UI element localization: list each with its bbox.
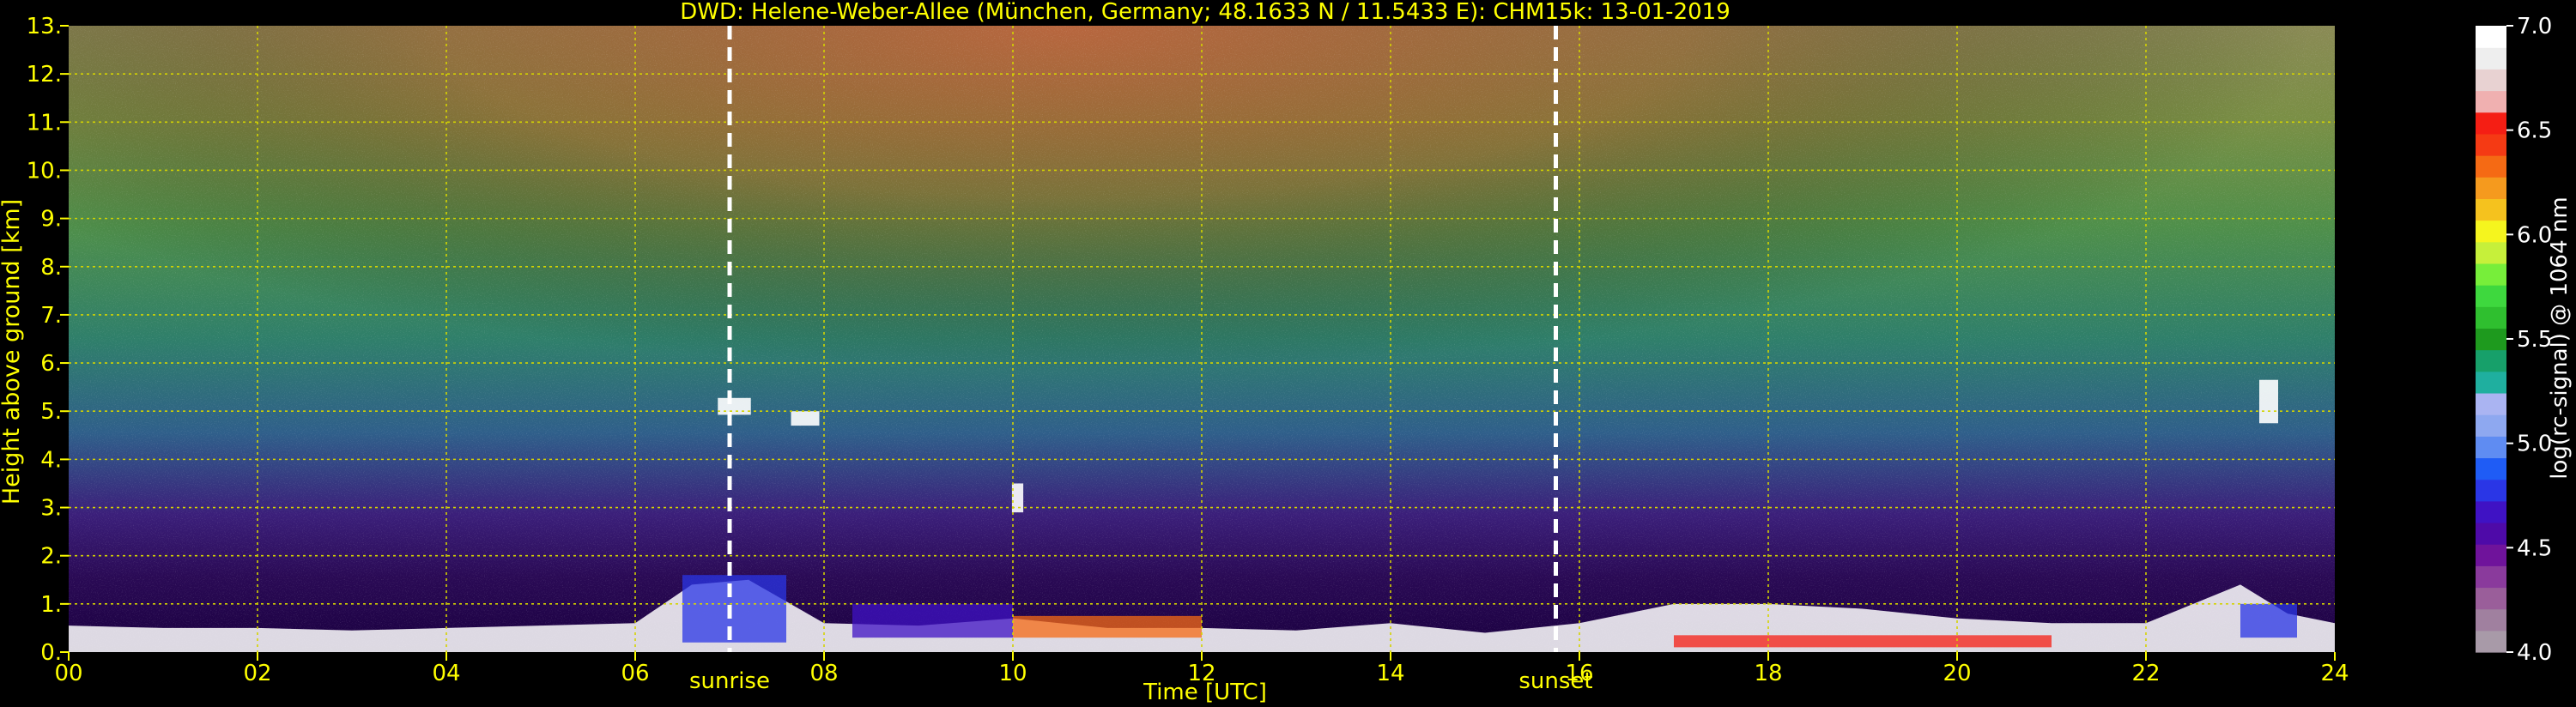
colorbar-segment — [2476, 565, 2506, 589]
colorbar-segment — [2476, 608, 2506, 631]
colorbar-segment — [2476, 500, 2506, 523]
marker-label-sunrise: sunrise — [689, 668, 770, 694]
colorbar-segment — [2476, 414, 2506, 437]
x-axis-label: Time [UTC] — [1143, 680, 1267, 705]
colorbar-segment — [2476, 198, 2506, 221]
colorbar-tick-label: 4.0 — [2517, 640, 2552, 666]
colorbar-segment — [2476, 371, 2506, 394]
x-tick-label: 18 — [1754, 661, 1782, 686]
colorbar-segment — [2476, 133, 2506, 156]
x-tick-label: 02 — [243, 661, 271, 686]
x-tick-label: 24 — [2320, 661, 2349, 686]
colorbar-segment — [2476, 306, 2506, 329]
colorbar-segment — [2476, 90, 2506, 113]
colorbar-segment — [2476, 177, 2506, 199]
colorbar-segment — [2476, 328, 2506, 351]
x-tick-label: 10 — [998, 661, 1027, 686]
colorbar-segment — [2476, 457, 2506, 480]
y-tick-label: 13. — [27, 14, 62, 39]
y-tick-label: 2. — [40, 544, 62, 570]
y-tick-label: 11. — [27, 110, 62, 136]
colorbar-segment — [2476, 69, 2506, 92]
cloud-0700 — [718, 397, 751, 415]
colorbar-segment — [2476, 285, 2506, 307]
aerosol-layer-red — [1674, 635, 2052, 648]
colorbar-segment — [2476, 47, 2506, 69]
colorbar-segment — [2476, 349, 2506, 372]
y-tick-label: 5. — [40, 399, 62, 425]
ceilometer-chart: sunrise sunset 00 02 04 06 08 10 12 14 16 18 20 22 24… — [0, 0, 2573, 705]
colorbar-ticks: 4.04.55.05.56.06.57.0 — [2506, 14, 2552, 666]
aerosol-layer-morning — [682, 575, 786, 643]
y-tick-label: 0. — [40, 640, 62, 666]
y-tick-label: 6. — [40, 351, 62, 377]
colorbar-segment — [2476, 522, 2506, 545]
x-tick-label: 22 — [2131, 661, 2160, 686]
y-tick-label: 10. — [27, 158, 62, 184]
colorbar-segment — [2476, 436, 2506, 459]
colorbar-segment — [2476, 263, 2506, 286]
colorbar — [2476, 26, 2506, 653]
colorbar-segment — [2476, 112, 2506, 135]
y-axis-ticks: 0. 1. 2. 3. 4. 5. 6. 7. 8. 9. 10. 11. 12. 13. — [27, 14, 69, 666]
colorbar-segment — [2476, 155, 2506, 178]
colorbar-tick-label: 6.5 — [2517, 118, 2552, 144]
chart-title: DWD: Helene-Weber-Allee (München, German… — [680, 0, 1730, 25]
colorbar-tick-label: 4.5 — [2517, 535, 2552, 561]
y-tick-label: 12. — [27, 62, 62, 88]
x-tick-label: 06 — [621, 661, 649, 686]
colorbar-segment — [2476, 26, 2506, 48]
colorbar-segment — [2476, 220, 2506, 243]
x-tick-label: 08 — [809, 661, 838, 686]
y-tick-label: 1. — [40, 592, 62, 618]
x-tick-label: 04 — [432, 661, 460, 686]
aerosol-layer-orange — [1013, 615, 1202, 638]
x-tick-label: 20 — [1943, 661, 1971, 686]
colorbar-segment — [2476, 392, 2506, 415]
colorbar-label: log(rc-signal) @ 1064 nm — [2547, 196, 2573, 479]
aerosol-layer-night — [2240, 603, 2297, 638]
colorbar-segment — [2476, 544, 2506, 566]
y-tick-label: 4. — [40, 447, 62, 473]
colorbar-segment — [2476, 241, 2506, 264]
y-tick-label: 8. — [40, 255, 62, 281]
y-axis-label: Height above ground [km] — [0, 199, 25, 505]
x-tick-label: 16 — [1565, 661, 1593, 686]
cloud-2320 — [2259, 379, 2278, 424]
colorbar-segment — [2476, 630, 2506, 653]
colorbar-tick-label: 7.0 — [2517, 14, 2552, 39]
y-tick-label: 3. — [40, 496, 62, 522]
x-tick-label: 14 — [1376, 661, 1404, 686]
colorbar-segment — [2476, 479, 2506, 502]
y-tick-label: 9. — [40, 207, 62, 233]
colorbar-segment — [2476, 587, 2506, 610]
aerosol-layer-blue — [852, 603, 1013, 638]
cloud-0750 — [791, 411, 820, 426]
y-tick-label: 7. — [40, 303, 62, 329]
